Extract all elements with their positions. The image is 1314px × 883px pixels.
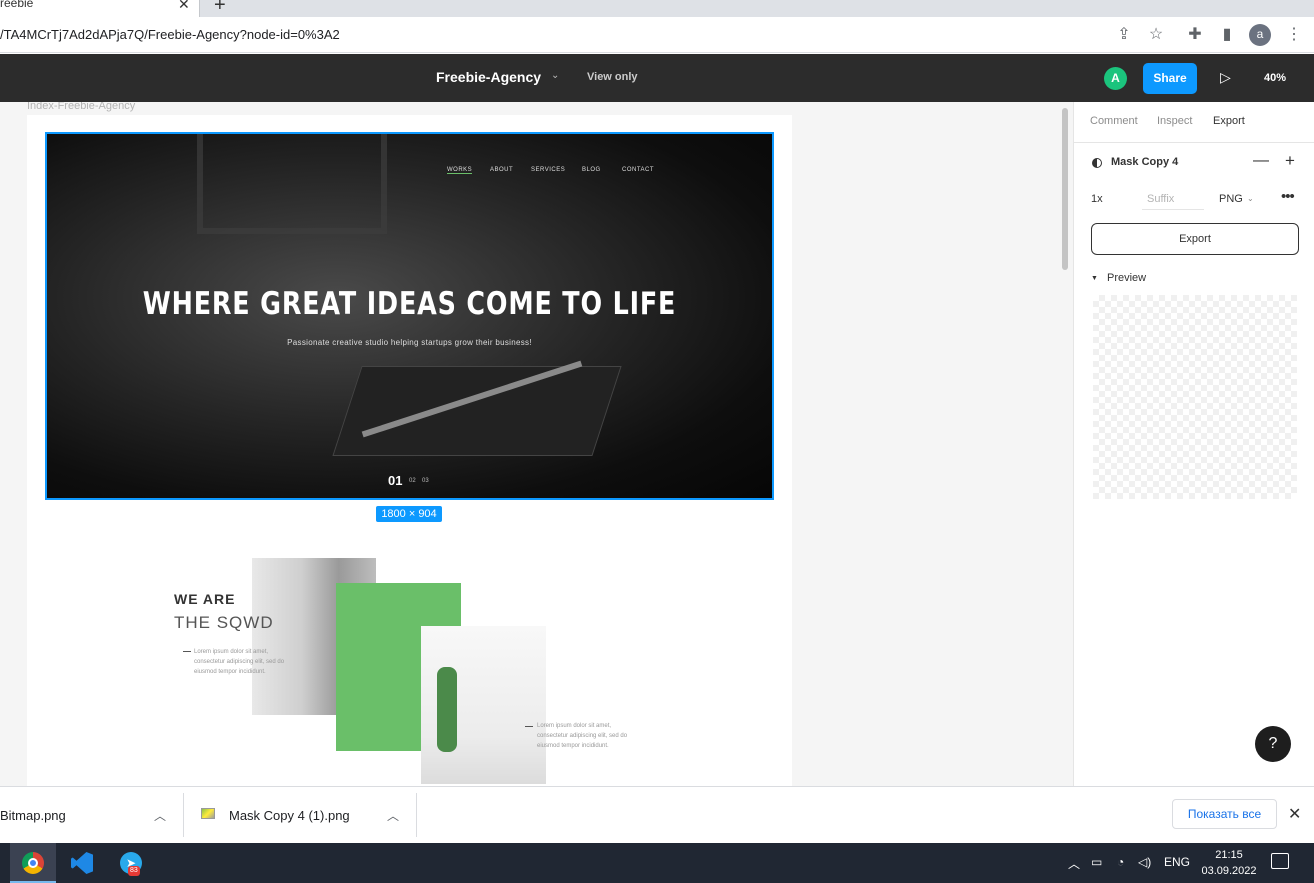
browser-tab-strip: reebie ✕ + [0,0,1314,17]
tray-chevron-up-icon[interactable]: ︿ [1068,855,1080,872]
about-we-are: WE ARE [174,591,236,607]
chevron-down-icon[interactable]: ⌄ [551,70,559,81]
design-canvas[interactable]: Index-Freebie-Agency WORKS ABOUT SERVICE… [0,102,1073,786]
profile-avatar[interactable]: a [1249,24,1271,46]
show-all-downloads-button[interactable]: Показать все [1172,799,1277,829]
address-bar: /TA4MCrTj7Ad2dAPja7Q/Freebie-Agency?node… [0,17,1314,53]
hero-nav-contact: CONTACT [622,167,655,173]
telegram-badge: 83 [128,866,140,876]
download-divider [416,793,417,837]
language-indicator[interactable]: ENG [1164,855,1190,869]
hero-page-3: 03 [422,478,429,484]
lorem-line: consectetur adipiscing elit, sed do [537,733,628,739]
preview-label[interactable]: Preview [1107,272,1146,284]
clock-time: 21:15 [1215,849,1243,861]
hero-nav-services: SERVICES [531,167,566,173]
taskbar-vscode[interactable] [59,843,105,883]
tab-title: reebie [0,0,34,10]
hero-title: WHERE GREAT IDEAS COME TO LIFE [142,286,677,322]
side-panel-icon[interactable]: ▮ [1217,25,1237,45]
about-lorem-2: Lorem ipsum dolor sit amet, consectetur … [537,721,627,751]
lorem-line: Lorem ipsum dolor sit amet, [537,723,612,729]
extensions-icon[interactable]: ✚ [1185,25,1205,45]
windows-taskbar: ➤ 83 ︿ ▭ ◔ ◁) ENG 21:15 03.09.2022 [0,843,1314,883]
hero-subtitle: Passionate creative studio helping start… [287,338,532,347]
export-preview [1093,295,1297,499]
properties-panel: Comment Inspect Export Mask Copy 4 — + 1… [1073,102,1314,786]
present-play-icon[interactable]: ▷ [1220,69,1231,86]
zoom-level[interactable]: 40% [1264,72,1286,84]
lorem-line: consectetur adipiscing elit, sed do [194,659,285,665]
tab-close-icon[interactable]: ✕ [178,0,190,13]
about-figure-shape [437,667,457,752]
selection-size-badge: 1800 × 904 [376,506,442,522]
wifi-icon[interactable]: ◔ [1117,855,1124,869]
hero-nav-works: WORKS [447,167,473,174]
chevron-up-icon[interactable]: ︿ [387,807,399,824]
url-field[interactable]: /TA4MCrTj7Ad2dAPja7Q/Freebie-Agency?node… [0,27,340,42]
about-the-sqwd: THE SQWD [174,613,274,632]
hero-cutting-mat [332,366,622,456]
about-lorem-1: Lorem ipsum dolor sit amet, consectetur … [194,647,284,677]
hero-window-shape [197,134,387,234]
close-icon[interactable]: ✕ [1288,804,1301,824]
file-title[interactable]: Freebie-Agency [436,69,541,85]
remove-export-icon[interactable]: — [1253,152,1269,170]
notification-icon[interactable] [1271,853,1289,869]
share-page-icon[interactable]: ⇪ [1114,25,1134,45]
help-button[interactable]: ? [1255,726,1291,762]
mask-icon [1092,158,1102,168]
taskbar-telegram[interactable]: ➤ [108,843,154,883]
lorem-line: eiusmod tempor incididunt. [194,669,266,675]
bookmark-star-icon[interactable]: ☆ [1146,25,1166,45]
tab-inspect[interactable]: Inspect [1157,115,1192,127]
add-export-icon[interactable]: + [1285,151,1295,171]
collapse-triangle-icon[interactable]: ▼ [1091,275,1098,282]
clock[interactable]: 21:15 03.09.2022 [1201,847,1257,879]
chevron-up-icon[interactable]: ︿ [154,807,166,824]
taskbar-chrome[interactable] [10,843,56,883]
chevron-down-icon[interactable]: ⌄ [1247,194,1254,203]
download-item-mask[interactable]: Mask Copy 4 (1).png [229,808,350,823]
volume-icon[interactable]: ◁) [1138,855,1151,869]
new-tab-button[interactable]: + [214,0,226,17]
canvas-scrollbar[interactable] [1062,108,1068,270]
hero-mask-layer[interactable]: WORKS ABOUT SERVICES BLOG CONTACT WHERE … [45,132,774,500]
lorem-line: eiusmod tempor incididunt. [537,743,609,749]
vscode-icon [71,852,93,874]
lorem-line: Lorem ipsum dolor sit amet, [194,649,269,655]
panel-divider [1074,142,1314,143]
lorem-dash [183,651,191,652]
download-bar: Bitmap.png ︿ Mask Copy 4 (1).png ︿ Показ… [0,786,1314,843]
export-button[interactable]: Export [1091,223,1299,255]
browser-tab[interactable]: reebie ✕ [0,0,200,17]
tab-export[interactable]: Export [1213,115,1245,127]
user-avatar[interactable]: A [1104,67,1127,90]
hero-nav-about: ABOUT [490,167,514,173]
hero-nav-blog: BLOG [582,167,601,173]
lorem-dash [525,726,533,727]
suffix-input[interactable]: Suffix [1142,188,1204,210]
share-button[interactable]: Share [1143,63,1197,94]
tab-comment[interactable]: Comment [1090,115,1138,127]
export-scale[interactable]: 1x [1091,193,1103,205]
export-format-select[interactable]: PNG [1219,193,1243,205]
clock-date: 03.09.2022 [1201,865,1257,877]
chrome-icon [22,852,44,874]
hero-page-2: 02 [409,478,416,484]
download-item-bitmap[interactable]: Bitmap.png [0,808,66,823]
download-divider [183,793,184,837]
layer-name: Mask Copy 4 [1111,156,1179,168]
hero-page-current: 01 [388,473,403,488]
more-options-icon[interactable]: ••• [1281,188,1295,205]
battery-icon[interactable]: ▭ [1091,855,1102,869]
view-mode-label: View only [587,71,638,83]
figma-toolbar: Freebie-Agency ⌄ View only A Share ▷ 40% [0,54,1314,102]
frame-label[interactable]: Index-Freebie-Agency [27,102,135,112]
image-file-icon [201,808,215,819]
browser-menu-icon[interactable]: ⋮ [1284,25,1304,45]
